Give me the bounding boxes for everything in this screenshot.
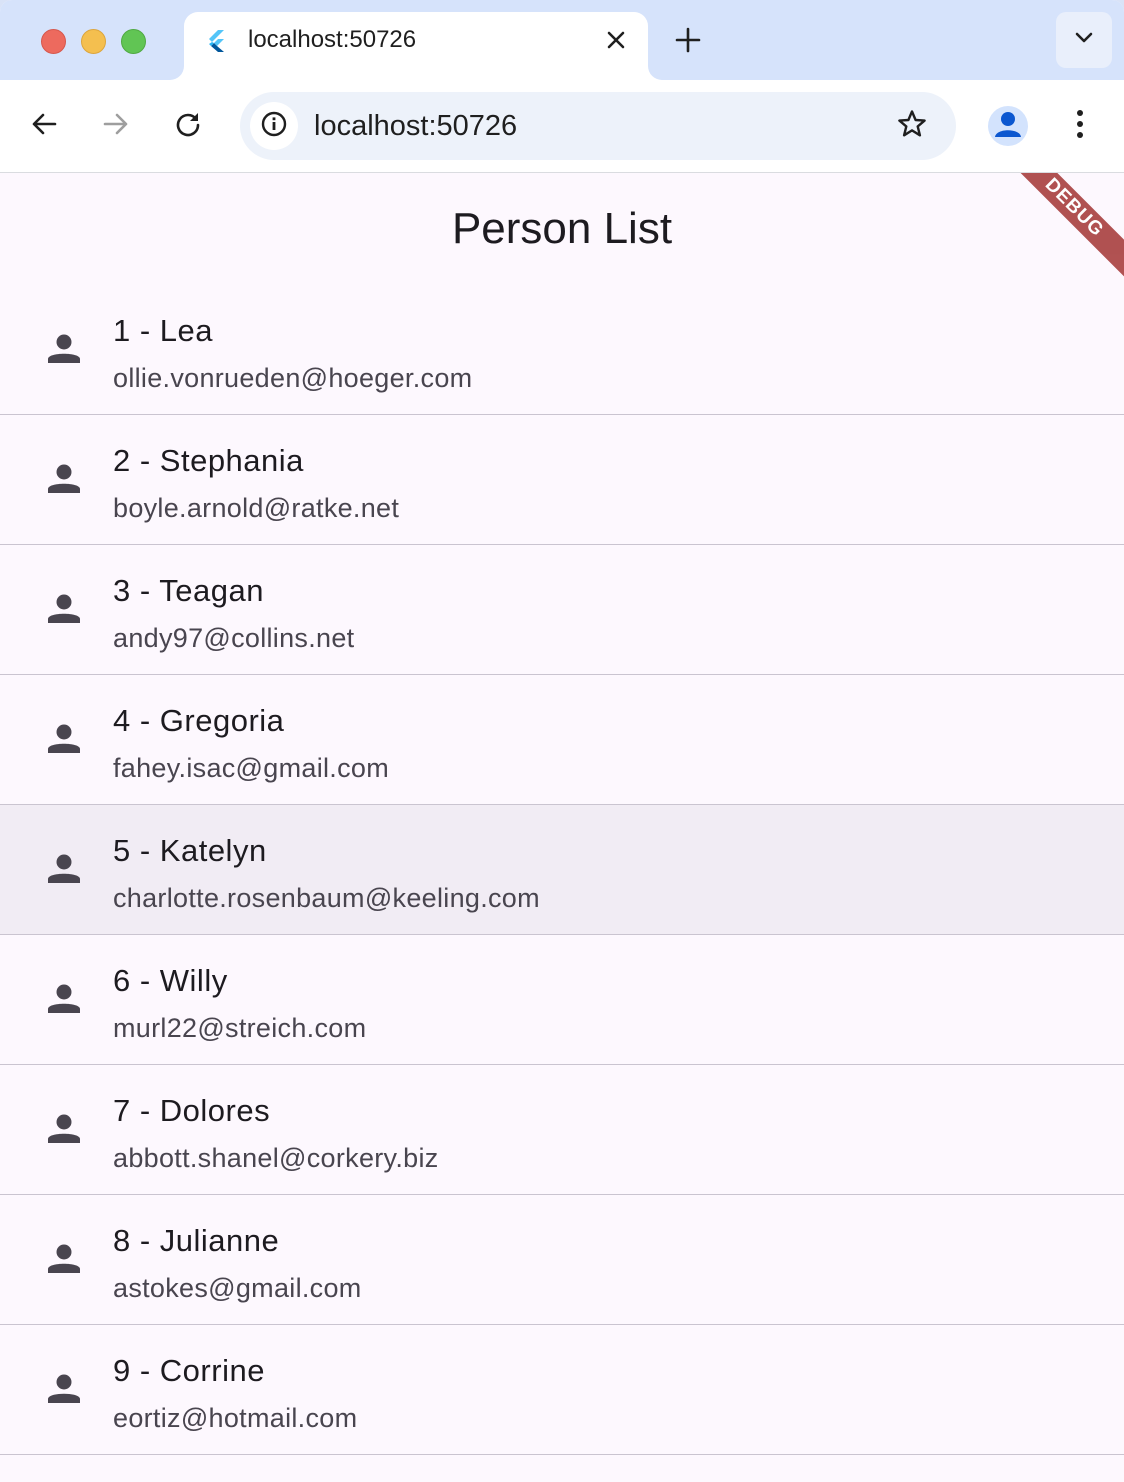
minimize-window-button[interactable] <box>81 29 106 54</box>
forward-button[interactable] <box>96 106 136 146</box>
person-icon <box>44 979 84 1019</box>
address-bar[interactable]: localhost:50726 <box>240 92 956 160</box>
reload-icon <box>174 110 202 143</box>
browser-toolbar: localhost:50726 <box>0 80 1124 173</box>
person-email: murl22@streich.com <box>113 1013 367 1043</box>
plus-icon[interactable] <box>672 24 704 56</box>
person-email: eortiz@hotmail.com <box>113 1403 358 1433</box>
person-email: fahey.isac@gmail.com <box>113 753 389 783</box>
person-email: ollie.vonrueden@hoeger.com <box>113 363 473 393</box>
browser-tab[interactable]: localhost:50726 <box>184 12 648 80</box>
list-item[interactable]: 5 - Katelyn charlotte.rosenbaum@keeling.… <box>0 805 1124 935</box>
person-title: 7 - Dolores <box>113 1093 271 1128</box>
avatar-icon <box>988 106 1028 146</box>
person-title: 2 - Stephania <box>113 443 304 478</box>
person-icon <box>44 849 84 889</box>
person-icon <box>44 459 84 499</box>
app-bar: Person List <box>0 173 1124 285</box>
list-item[interactable]: 7 - Dolores abbott.shanel@corkery.biz <box>0 1065 1124 1195</box>
list-item[interactable]: 3 - Teagan andy97@collins.net <box>0 545 1124 675</box>
person-icon <box>44 719 84 759</box>
list-item[interactable]: 1 - Lea ollie.vonrueden@hoeger.com <box>0 285 1124 415</box>
list-item[interactable]: 2 - Stephania boyle.arnold@ratke.net <box>0 415 1124 545</box>
arrow-left-icon <box>30 110 58 143</box>
person-email: astokes@gmail.com <box>113 1273 362 1303</box>
list-item[interactable]: 6 - Willy murl22@streich.com <box>0 935 1124 1065</box>
person-title: 6 - Willy <box>113 963 228 998</box>
star-icon <box>897 109 927 144</box>
person-icon <box>44 1109 84 1149</box>
person-icon <box>44 589 84 629</box>
list-item[interactable]: 9 - Corrine eortiz@hotmail.com <box>0 1325 1124 1455</box>
tab-strip: localhost:50726 <box>0 0 1124 80</box>
person-email: charlotte.rosenbaum@keeling.com <box>113 883 540 913</box>
profile-button[interactable] <box>988 106 1028 146</box>
person-title: 8 - Julianne <box>113 1223 280 1258</box>
tab-search-button[interactable] <box>1056 12 1112 68</box>
maximize-window-button[interactable] <box>121 29 146 54</box>
person-title: 9 - Corrine <box>113 1353 265 1388</box>
arrow-right-icon <box>102 110 130 143</box>
bookmark-button[interactable] <box>896 109 928 144</box>
reload-button[interactable] <box>168 106 208 146</box>
chevron-down-icon <box>1073 27 1095 54</box>
person-title: 4 - Gregoria <box>113 703 285 738</box>
person-title: 3 - Teagan <box>113 573 264 608</box>
list-item[interactable]: 4 - Gregoria fahey.isac@gmail.com <box>0 675 1124 805</box>
person-icon <box>44 1239 84 1279</box>
browser-menu-button[interactable] <box>1060 106 1100 146</box>
info-icon <box>260 110 288 143</box>
list-item[interactable]: 8 - Julianne astokes@gmail.com <box>0 1195 1124 1325</box>
more-vert-icon <box>1075 108 1085 145</box>
person-email: abbott.shanel@corkery.biz <box>113 1143 439 1173</box>
person-email: boyle.arnold@ratke.net <box>113 493 400 523</box>
close-icon[interactable] <box>604 28 628 52</box>
back-button[interactable] <box>24 106 64 146</box>
page-title: Person List <box>451 204 673 253</box>
flutter-icon <box>204 28 228 52</box>
browser-window: localhost:50726 localhost:50726 Person L… <box>0 0 1124 1482</box>
url-text[interactable]: localhost:50726 <box>314 110 517 142</box>
person-icon <box>44 1369 84 1409</box>
close-window-button[interactable] <box>41 29 66 54</box>
person-email: andy97@collins.net <box>113 623 355 653</box>
person-icon <box>44 329 84 369</box>
person-list: 1 - Lea ollie.vonrueden@hoeger.com 2 - S… <box>0 285 1124 1455</box>
site-info-button[interactable] <box>250 102 298 150</box>
flutter-app: Person List DEBUG 1 - Lea ollie.vonruede… <box>0 173 1124 1482</box>
tab-title: localhost:50726 <box>248 26 417 53</box>
person-title: 1 - Lea <box>113 313 214 348</box>
person-title: 5 - Katelyn <box>113 833 267 868</box>
